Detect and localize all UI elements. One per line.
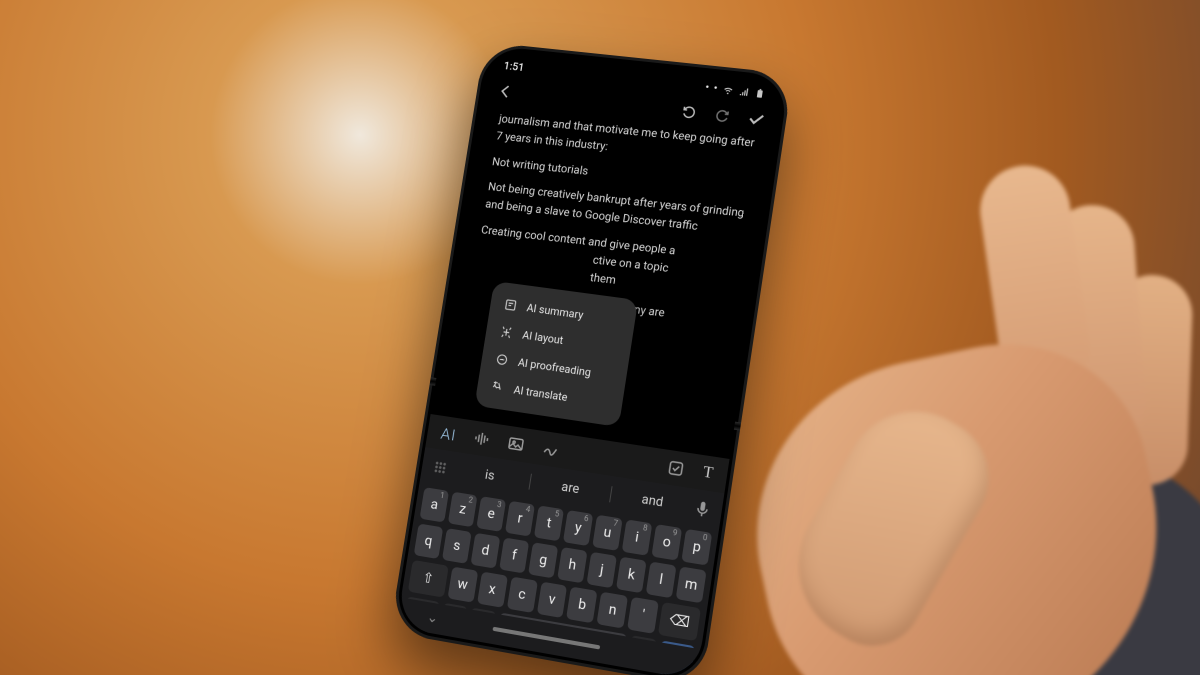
key-p[interactable]: p0	[681, 529, 712, 566]
menu-label: AI proofreading	[517, 356, 592, 379]
suggestion-3[interactable]: and	[612, 487, 692, 514]
key-o[interactable]: o9	[651, 524, 682, 561]
key-b[interactable]: b	[567, 587, 598, 624]
key-z[interactable]: z2	[448, 492, 478, 528]
key-d[interactable]: d	[470, 533, 500, 569]
key-n[interactable]: n	[597, 592, 629, 629]
key-e[interactable]: e3	[476, 496, 506, 532]
signal-icon	[737, 86, 750, 97]
voice-waves-icon[interactable]	[472, 429, 492, 449]
key-j[interactable]: j	[586, 552, 617, 588]
key-s[interactable]: s	[442, 528, 472, 564]
key-q[interactable]: q	[414, 523, 444, 559]
shift-key[interactable]: ⇧	[408, 560, 449, 598]
key-h[interactable]: h	[557, 547, 587, 583]
key-u[interactable]: u7	[592, 515, 622, 551]
ai-menu-popup: AI summary AI layout AI proofreading AI …	[474, 281, 638, 427]
status-notif-dots: • •	[704, 81, 719, 95]
layout-icon	[499, 325, 514, 340]
menu-label: AI translate	[513, 383, 569, 404]
key-w[interactable]: w	[447, 567, 478, 603]
done-button[interactable]	[745, 108, 768, 130]
mic-button[interactable]	[692, 498, 715, 519]
suggestion-2[interactable]: are	[531, 475, 610, 502]
checkbox-icon[interactable]	[666, 458, 687, 479]
key-y[interactable]: y6	[563, 510, 593, 546]
key-g[interactable]: g	[528, 542, 558, 578]
key-x[interactable]: x	[477, 571, 508, 607]
undo-button[interactable]	[678, 101, 701, 123]
scribble-icon[interactable]	[541, 439, 561, 459]
status-time: 1:51	[503, 59, 525, 74]
key-m[interactable]: m	[676, 566, 707, 603]
key-f[interactable]: f	[499, 537, 529, 573]
key-i[interactable]: i8	[622, 519, 653, 555]
proofread-icon	[494, 352, 509, 368]
back-button[interactable]	[495, 81, 517, 102]
image-icon[interactable]	[506, 434, 526, 454]
key-'[interactable]: '	[627, 597, 659, 634]
key-a[interactable]: a1	[420, 487, 450, 522]
summary-icon	[503, 297, 518, 312]
menu-label: AI summary	[526, 301, 585, 321]
wifi-icon	[722, 84, 735, 95]
key-c[interactable]: c	[506, 576, 537, 612]
backspace-key[interactable]: ⌫	[658, 602, 701, 641]
redo-button[interactable]	[711, 105, 734, 127]
key-l[interactable]: l	[646, 561, 677, 598]
nav-home-pill[interactable]	[492, 627, 600, 650]
nav-down-chevron[interactable]: ⌄	[426, 609, 440, 627]
text-tool[interactable]: T	[702, 463, 715, 483]
apps-chip[interactable]	[428, 455, 452, 480]
key-v[interactable]: v	[536, 582, 567, 619]
key-r[interactable]: r4	[505, 501, 535, 537]
key-t[interactable]: t5	[534, 505, 564, 541]
key-k[interactable]: k	[616, 557, 647, 594]
translate-icon	[490, 379, 505, 395]
suggestion-1[interactable]: is	[451, 462, 528, 489]
menu-label: AI layout	[522, 328, 565, 346]
ai-button[interactable]: AI	[440, 423, 458, 444]
battery-icon	[753, 88, 766, 99]
